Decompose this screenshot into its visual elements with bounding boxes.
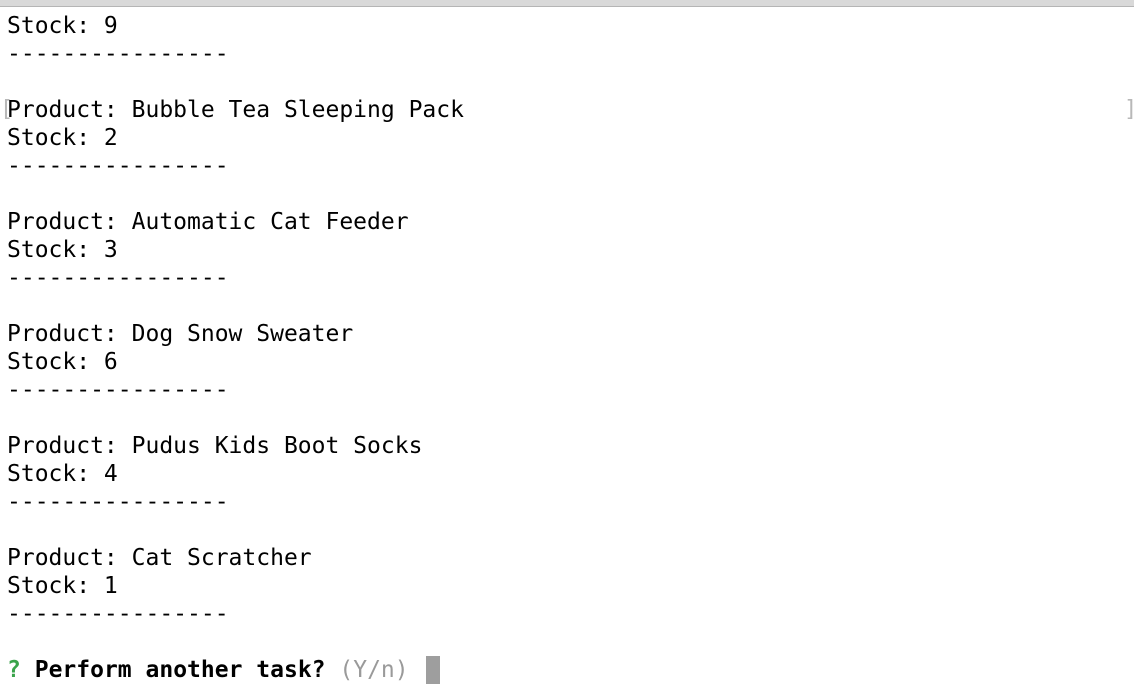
separator-line: ----------------	[7, 265, 229, 291]
stock-line: Stock: 2	[7, 125, 118, 151]
prompt-line[interactable]: ? Perform another task? (Y/n)	[7, 656, 409, 684]
separator-line: ----------------	[7, 41, 229, 67]
prompt-question: Perform another task?	[34, 657, 326, 683]
separator-line: ----------------	[7, 601, 229, 627]
separator-line: ----------------	[7, 377, 229, 403]
product-line: Product: Bubble Tea Sleeping Pack	[7, 97, 464, 123]
stock-line: Stock: 6	[7, 349, 118, 375]
stock-line: Stock: 1	[7, 573, 118, 599]
separator-line: ----------------	[7, 489, 229, 515]
product-line: Product: Cat Scratcher	[7, 545, 312, 571]
separator-line: ----------------	[7, 153, 229, 179]
selection-bracket-right: ]	[1124, 96, 1134, 124]
product-line: Product: Dog Snow Sweater	[7, 321, 354, 347]
terminal-window[interactable]: Stock: 9 ---------------- [ ] Product: B…	[0, 0, 1134, 690]
stock-line: Stock: 3	[7, 237, 118, 263]
product-line: Product: Automatic Cat Feeder	[7, 209, 409, 235]
product-line: Product: Pudus Kids Boot Socks	[7, 433, 423, 459]
stock-line: Stock: 4	[7, 461, 118, 487]
window-top-border	[0, 0, 1134, 7]
prompt-question-mark: ?	[7, 657, 21, 683]
prompt-hint: (Y/n)	[339, 657, 409, 683]
stock-line-1: Stock: 9	[7, 13, 118, 39]
text-cursor[interactable]	[426, 656, 440, 684]
